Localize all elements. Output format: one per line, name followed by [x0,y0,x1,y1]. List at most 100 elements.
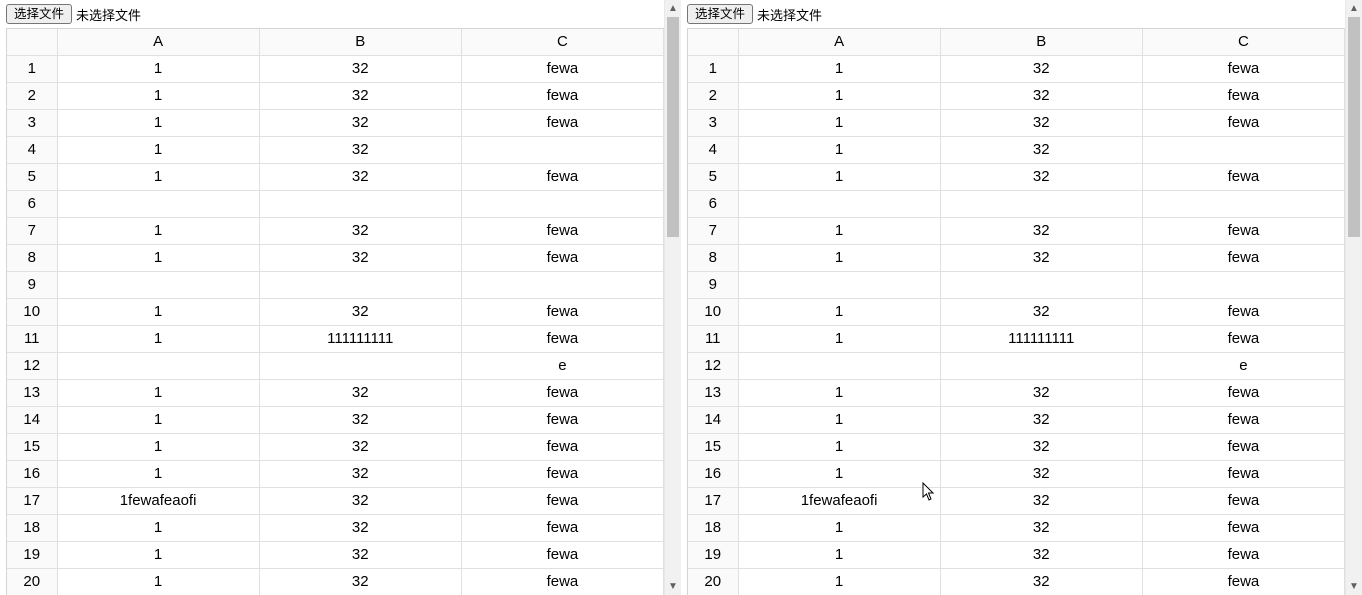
cell[interactable]: 1 [57,56,259,83]
cell[interactable]: 1fewafeaofi [57,488,259,515]
cell[interactable]: 32 [259,434,461,461]
row-header[interactable]: 15 [688,434,738,461]
row-header[interactable]: 1 [7,56,57,83]
cell[interactable]: 1 [57,110,259,137]
cell[interactable]: fewa [461,380,663,407]
col-header[interactable]: A [738,29,940,56]
cell[interactable]: 32 [940,110,1142,137]
cell[interactable]: fewa [1142,542,1344,569]
cell[interactable]: 32 [259,380,461,407]
row-header[interactable]: 6 [7,191,57,218]
cell[interactable]: fewa [461,110,663,137]
col-header[interactable]: A [57,29,259,56]
choose-file-button[interactable]: 选择文件 [6,4,72,24]
cell[interactable]: 1 [738,110,940,137]
row-header[interactable]: 8 [7,245,57,272]
cell[interactable] [1142,191,1344,218]
cell[interactable]: fewa [1142,488,1344,515]
cell[interactable] [738,353,940,380]
cell[interactable]: 111111111 [940,326,1142,353]
cell[interactable] [259,353,461,380]
row-header[interactable]: 17 [688,488,738,515]
cell[interactable]: 32 [940,299,1142,326]
cell[interactable]: fewa [461,461,663,488]
row-header[interactable]: 11 [7,326,57,353]
cell[interactable]: fewa [1142,110,1344,137]
cell[interactable]: 1 [738,245,940,272]
cell[interactable]: fewa [461,542,663,569]
row-header[interactable]: 18 [688,515,738,542]
cell[interactable] [738,191,940,218]
cell[interactable]: 32 [259,488,461,515]
row-header[interactable]: 18 [7,515,57,542]
cell[interactable]: 32 [259,218,461,245]
row-header[interactable]: 10 [7,299,57,326]
cell[interactable] [1142,137,1344,164]
col-header[interactable]: C [461,29,663,56]
cell[interactable]: 32 [940,164,1142,191]
row-header[interactable]: 12 [688,353,738,380]
cell[interactable]: 1 [57,515,259,542]
cell[interactable]: fewa [461,326,663,353]
cell[interactable]: 32 [940,542,1142,569]
cell[interactable]: 1 [738,380,940,407]
row-header[interactable]: 13 [688,380,738,407]
row-header[interactable]: 16 [7,461,57,488]
cell[interactable]: 32 [940,137,1142,164]
scroll-down-arrow-icon[interactable]: ▼ [1346,578,1362,595]
row-header[interactable]: 11 [688,326,738,353]
cell[interactable]: 32 [259,245,461,272]
row-header[interactable]: 3 [7,110,57,137]
cell[interactable]: fewa [461,515,663,542]
cell[interactable]: 32 [940,218,1142,245]
row-header[interactable]: 5 [688,164,738,191]
cell[interactable] [461,191,663,218]
cell[interactable]: 1 [57,83,259,110]
cell[interactable]: 32 [940,515,1142,542]
cell[interactable] [940,191,1142,218]
cell[interactable]: fewa [461,407,663,434]
cell[interactable]: 32 [940,380,1142,407]
cell[interactable]: fewa [1142,515,1344,542]
cell[interactable]: 1 [57,569,259,595]
cell[interactable]: 32 [259,542,461,569]
scroll-down-arrow-icon[interactable]: ▼ [665,578,681,595]
cell[interactable]: 1 [738,83,940,110]
cell[interactable]: 32 [940,245,1142,272]
row-header[interactable]: 14 [688,407,738,434]
cell[interactable]: 1 [738,56,940,83]
corner-cell[interactable] [7,29,57,56]
scroll-thumb[interactable] [1348,17,1360,237]
cell[interactable]: fewa [1142,299,1344,326]
cell[interactable]: fewa [1142,245,1344,272]
cell[interactable]: 32 [259,83,461,110]
cell[interactable]: fewa [461,56,663,83]
cell[interactable]: fewa [461,83,663,110]
cell[interactable]: 1 [57,164,259,191]
cell[interactable]: fewa [1142,83,1344,110]
cell[interactable]: 32 [940,407,1142,434]
cell[interactable] [1142,272,1344,299]
spreadsheet-grid[interactable]: A B C 1132fewa2132fewa3132fewa41325132fe… [687,28,1345,595]
cell[interactable]: 1 [738,515,940,542]
row-header[interactable]: 10 [688,299,738,326]
corner-cell[interactable] [688,29,738,56]
cell[interactable]: 32 [259,299,461,326]
cell[interactable]: 32 [940,434,1142,461]
cell[interactable]: 1 [57,434,259,461]
cell[interactable]: 1 [738,218,940,245]
scroll-up-arrow-icon[interactable]: ▲ [665,0,681,17]
cell[interactable]: fewa [1142,569,1344,595]
row-header[interactable]: 20 [688,569,738,595]
cell[interactable]: 1 [57,380,259,407]
scroll-thumb[interactable] [667,17,679,237]
row-header[interactable]: 7 [688,218,738,245]
cell[interactable]: fewa [1142,407,1344,434]
cell[interactable]: 32 [259,569,461,595]
cell[interactable]: fewa [1142,434,1344,461]
cell[interactable]: 1 [738,542,940,569]
cell[interactable]: 1fewafeaofi [738,488,940,515]
cell[interactable]: 1 [738,569,940,595]
scroll-up-arrow-icon[interactable]: ▲ [1346,0,1362,17]
cell[interactable]: 1 [738,461,940,488]
